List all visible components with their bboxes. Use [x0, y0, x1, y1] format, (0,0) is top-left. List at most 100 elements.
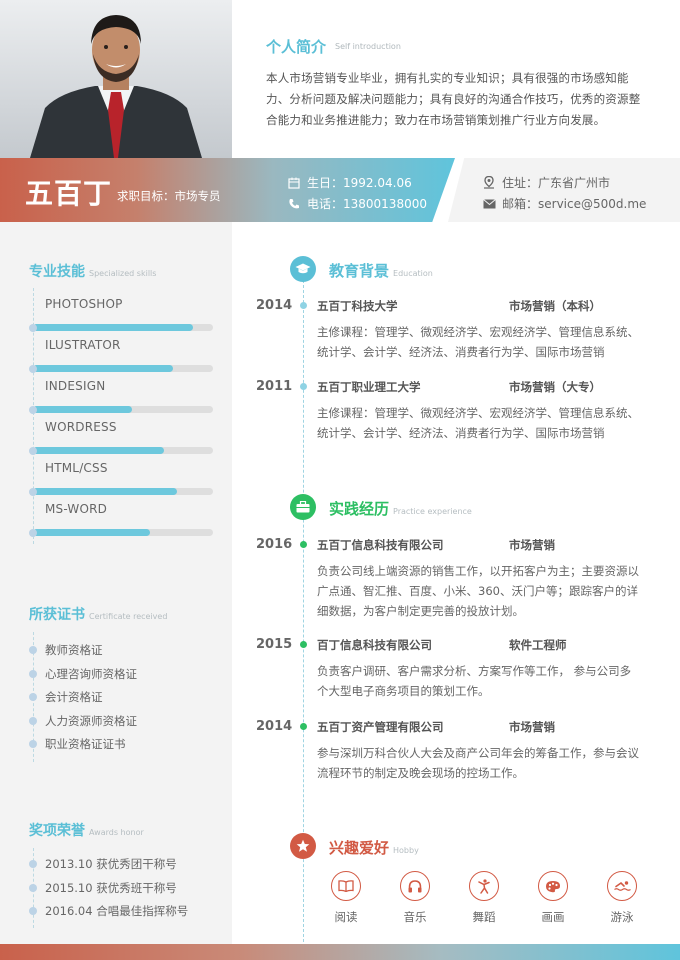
intro-title: 个人简介	[266, 38, 327, 56]
hobby-music: 音乐	[395, 871, 435, 925]
awards-title: 奖项荣誉	[29, 823, 85, 839]
certificates-heading: 所获证书 Certificate received	[29, 604, 167, 624]
phone-text: 电话：13800138000	[307, 197, 427, 211]
certificate-label: 人力资源师资格证	[45, 713, 137, 728]
experience-year: 2014	[256, 719, 293, 734]
certificate-item: 会计资格证	[29, 689, 103, 705]
award-label: 2013.10 获优秀团干称号	[45, 857, 177, 871]
skill-label: HTML/CSS	[45, 461, 108, 475]
skill-label: PHOTOSHOP	[45, 297, 123, 311]
certificate-label: 职业资格证证书	[45, 737, 126, 751]
hobby-painting: 画画	[533, 871, 573, 925]
skill-bar-track	[33, 488, 213, 495]
skill-bar-fill	[33, 365, 174, 372]
dance-icon	[469, 871, 499, 901]
education-year: 2014	[256, 298, 293, 313]
address-info: 住址：广东省广州市	[482, 174, 610, 191]
intro-text: 本人市场营销专业毕业，拥有扎实的专业知识；具有很强的市场感知能力、分析问题及解决…	[266, 71, 641, 127]
hobby-label: 舞蹈	[472, 910, 496, 924]
education-major: 市场营销（本科）	[509, 299, 601, 313]
star-icon	[290, 833, 316, 859]
experience-company: 五百丁信息科技有限公司	[317, 538, 444, 552]
skill-row: INDESIGN	[29, 379, 213, 414]
profile-photo	[0, 0, 232, 158]
skills-subtitle: Specialized skills	[89, 269, 157, 278]
bullet-dot	[29, 907, 37, 915]
certificate-item: 人力资源师资格证	[29, 713, 137, 729]
skill-label: WORDRESS	[45, 420, 117, 434]
hobbies-subtitle: Hobby	[393, 846, 419, 855]
experience-role: 软件工程师	[509, 638, 567, 652]
person-portrait	[0, 0, 232, 158]
certificate-label: 心理咨询师资格证	[45, 666, 137, 681]
email-text: 邮箱：service@500d.me	[502, 197, 647, 211]
skill-bar-track	[33, 324, 213, 331]
experience-company: 五百丁资产管理有限公司	[317, 720, 444, 734]
award-item: 2015.10 获优秀班干称号	[29, 880, 177, 896]
education-school: 五百丁职业理工大学	[317, 380, 421, 394]
certificate-item: 教师资格证	[29, 642, 103, 658]
skill-dot	[29, 406, 37, 414]
skill-bar-fill	[33, 488, 177, 495]
education-subtitle: Education	[393, 269, 433, 278]
email-info: 邮箱：service@500d.me	[482, 195, 646, 212]
skill-dot	[29, 324, 37, 332]
skills-title: 专业技能	[29, 264, 85, 280]
experience-description: 负责客户调研、客户需求分析、方案写作等工作， 参与公司多个大型电子商务项目的策划…	[317, 664, 632, 698]
education-major: 市场营销（大专）	[509, 380, 601, 394]
skill-bar-track	[33, 406, 213, 413]
hobby-label: 游泳	[610, 910, 634, 924]
experience-description: 负责公司线上端资源的销售工作，以开拓客户为主；主要资源以广点通、智汇推、百度、小…	[317, 564, 639, 618]
bullet-dot	[29, 716, 37, 725]
education-school: 五百丁科技大学	[317, 299, 398, 313]
mail-icon	[482, 197, 496, 211]
bullet-dot	[29, 669, 37, 678]
certificates-subtitle: Certificate received	[89, 612, 168, 621]
skill-dot	[29, 529, 37, 537]
experience-year: 2015	[256, 637, 293, 652]
skill-dot	[29, 488, 37, 496]
candidate-name: 五百丁	[25, 177, 113, 210]
palette-icon	[538, 871, 568, 901]
bullet-dot	[29, 693, 37, 701]
experience-year: 2016	[256, 537, 293, 552]
skill-bar-fill	[33, 447, 165, 454]
skill-row: PHOTOSHOP	[29, 297, 213, 332]
awards-heading: 奖项荣誉 Awards honor	[29, 820, 144, 840]
skill-bar-fill	[33, 529, 150, 536]
timeline-dot	[300, 723, 307, 730]
award-label: 2016.04 合唱最佳指挥称号	[45, 904, 189, 918]
calendar-icon	[287, 176, 301, 190]
hobby-reading: 阅读	[326, 871, 366, 925]
birth-info: 生日：1992.04.06	[287, 174, 412, 191]
job-objective: 求职目标：市场专员	[117, 189, 221, 203]
education-year: 2011	[256, 379, 293, 394]
skill-bar-track	[33, 365, 213, 372]
skill-dot	[29, 365, 37, 373]
skill-row: ILUSTRATOR	[29, 338, 213, 373]
experience-role: 市场营销	[509, 720, 555, 734]
skill-row: WORDRESS	[29, 420, 213, 455]
timeline-dot	[300, 302, 307, 309]
hobby-label: 画画	[541, 910, 565, 924]
intro-subtitle: Self introduction	[335, 42, 401, 51]
certificate-item: 心理咨询师资格证	[29, 666, 137, 682]
phone-icon	[287, 197, 301, 211]
location-pin-icon	[482, 176, 496, 190]
timeline-dot	[300, 383, 307, 390]
self-introduction: 个人简介 Self introduction 本人市场营销专业毕业，拥有扎实的专…	[232, 0, 680, 158]
hobby-dance: 舞蹈	[464, 871, 504, 925]
bullet-dot	[29, 860, 37, 868]
hobby-label: 音乐	[403, 910, 427, 924]
skills-heading: 专业技能 Specialized skills	[29, 261, 156, 281]
hobbies-title: 兴趣爱好	[329, 839, 390, 857]
skill-row: HTML/CSS	[29, 461, 213, 496]
bullet-dot	[29, 883, 37, 892]
skill-label: MS-WORD	[45, 502, 108, 516]
experience-description: 参与深圳万科合伙人大会及商产公司年会的筹备工作，参与会议流程环节的制定及晚会现场…	[317, 746, 639, 780]
award-label: 2015.10 获优秀班干称号	[45, 880, 177, 895]
hobby-label: 阅读	[334, 910, 358, 924]
experience-company: 百丁信息科技有限公司	[317, 638, 432, 652]
skill-row: MS-WORD	[29, 502, 213, 537]
award-item: 2013.10 获优秀团干称号	[29, 856, 177, 872]
